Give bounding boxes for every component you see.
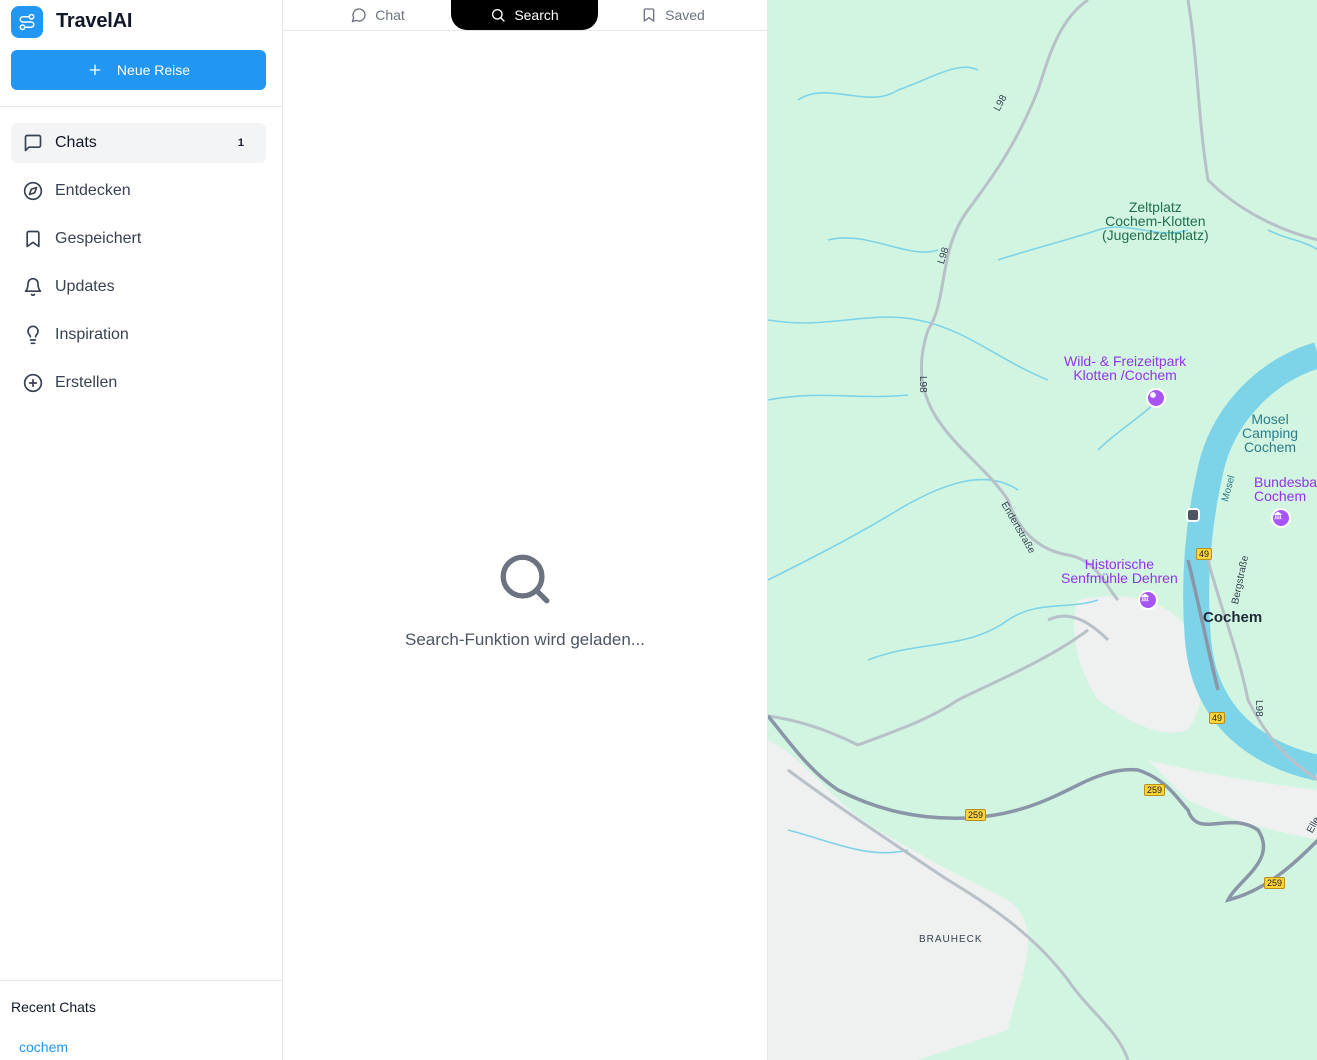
- road-shield-b49: 49: [1209, 712, 1226, 724]
- place-label-bundesbank[interactable]: Bundesban Cochem: [1254, 475, 1317, 503]
- sidebar-item-updates[interactable]: Updates: [11, 267, 266, 307]
- poi-senfmuehle-icon[interactable]: [1138, 590, 1158, 610]
- tab-label: Chat: [375, 7, 405, 23]
- sidebar: TravelAI Neue Reise Chats 1 Entdecken Ge…: [0, 0, 283, 1060]
- place-label-senfmuehle[interactable]: Historische Senfmühle Dehren: [1061, 557, 1178, 585]
- road-shield-b259: 259: [965, 809, 987, 821]
- new-trip-button[interactable]: Neue Reise: [11, 50, 266, 90]
- recent-chat-item[interactable]: cochem: [19, 1039, 68, 1055]
- new-trip-label: Neue Reise: [116, 62, 191, 78]
- map-view[interactable]: 49 49 259 259 259 L98 L98 L98 L98 Endert…: [767, 0, 1317, 1060]
- sidebar-item-label: Entdecken: [55, 182, 131, 199]
- road-shield-b259: 259: [1264, 877, 1286, 889]
- poi-bundesbank-icon[interactable]: [1271, 508, 1291, 528]
- road-shield-b259: 259: [1144, 784, 1166, 796]
- route-logo-icon: [11, 5, 43, 38]
- search-loading-state: Search-Funktion wird geladen...: [283, 550, 767, 650]
- place-label-camping[interactable]: Mosel Camping Cochem: [1242, 412, 1298, 454]
- lightbulb-icon: [23, 325, 43, 345]
- sidebar-item-label: Updates: [55, 278, 115, 295]
- search-icon: [500, 554, 550, 604]
- tab-search[interactable]: Search: [451, 0, 598, 30]
- sidebar-item-entdecken[interactable]: Entdecken: [11, 171, 266, 211]
- sidebar-item-label: Inspiration: [55, 326, 129, 343]
- sidebar-nav: Chats 1 Entdecken Gespeichert Updates In…: [11, 123, 266, 411]
- tab-label: Saved: [665, 7, 705, 23]
- sidebar-item-erstellen[interactable]: Erstellen: [11, 363, 266, 403]
- place-label-zeltplatz[interactable]: Zeltplatz Cochem-Klotten (Jugendzeltplat…: [1102, 200, 1209, 242]
- plus-circle-icon: [23, 373, 43, 393]
- tab-chat[interactable]: Chat: [343, 0, 413, 30]
- loading-text: Search-Funktion wird geladen...: [404, 630, 646, 649]
- chat-bubble-icon: [351, 8, 366, 23]
- compass-icon: [23, 181, 43, 201]
- recent-divider: [0, 980, 283, 981]
- sidebar-divider: [0, 106, 283, 107]
- map-canvas[interactable]: [768, 0, 1317, 1060]
- tab-label: Search: [514, 7, 559, 23]
- chats-count-badge: 1: [237, 137, 244, 149]
- urban-area: [768, 740, 1029, 1060]
- tab-saved[interactable]: Saved: [633, 0, 713, 30]
- transit-station-icon[interactable]: [1186, 508, 1200, 522]
- sidebar-item-inspiration[interactable]: Inspiration: [11, 315, 266, 355]
- road-shield-b49: 49: [1196, 548, 1213, 560]
- search-panel: Chat Search Saved Search-Funktion wird g…: [283, 0, 767, 1060]
- panel-tabs: Chat Search Saved: [283, 0, 767, 31]
- sidebar-item-gespeichert[interactable]: Gespeichert: [11, 219, 266, 259]
- brand[interactable]: TravelAI: [11, 5, 132, 38]
- bell-icon: [23, 277, 43, 297]
- road-label-l98: L98: [917, 376, 928, 393]
- sidebar-item-label: Gespeichert: [55, 230, 142, 247]
- chat-bubble-icon: [23, 133, 43, 153]
- app-name: TravelAI: [56, 10, 133, 32]
- place-label-wildpark[interactable]: Wild- & Freizeitpark Klotten /Cochem: [1064, 354, 1186, 382]
- bookmark-icon: [643, 8, 655, 22]
- sidebar-item-label: Erstellen: [55, 374, 118, 391]
- place-label-cochem[interactable]: Cochem: [1203, 610, 1262, 625]
- place-label-brauheck[interactable]: BRAUHECK: [919, 933, 983, 947]
- plus-icon: [89, 64, 101, 76]
- sidebar-item-label: Chats: [55, 134, 97, 151]
- road-label-l98: L98: [1253, 700, 1264, 717]
- bookmark-icon: [23, 229, 43, 249]
- sidebar-item-chats[interactable]: Chats 1: [11, 123, 266, 163]
- search-icon: [492, 9, 505, 22]
- poi-wildpark-icon[interactable]: [1146, 388, 1166, 408]
- recent-chats-heading: Recent Chats: [11, 999, 96, 1015]
